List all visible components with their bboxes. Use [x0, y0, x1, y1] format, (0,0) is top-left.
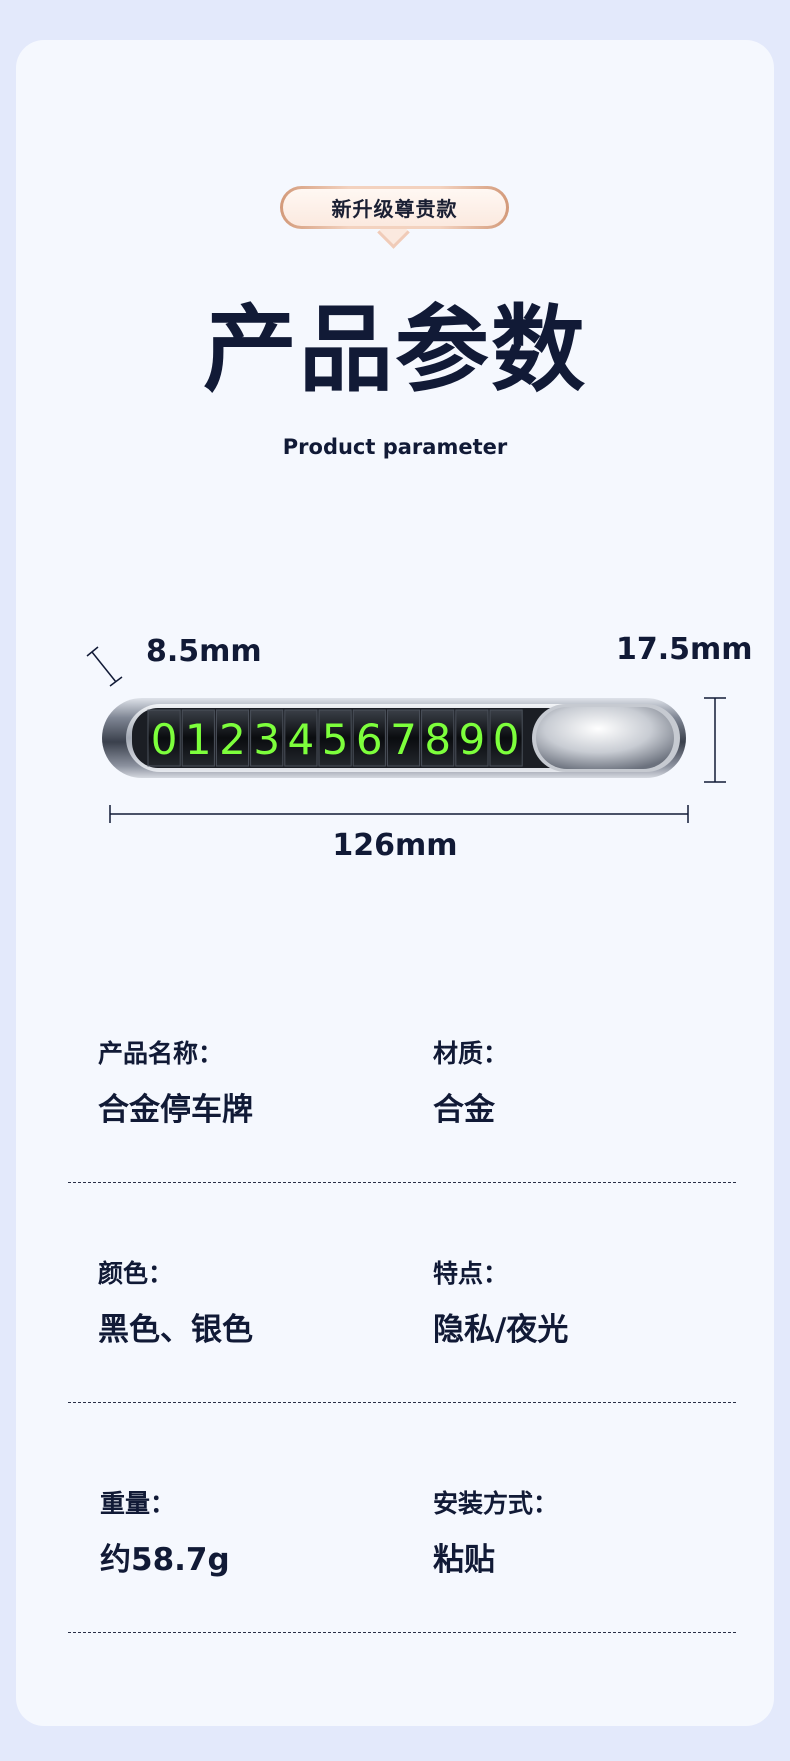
height-marker	[704, 697, 726, 783]
plate-digit: 4	[288, 715, 315, 764]
spec-label-installation: 安装方式：	[433, 1489, 559, 1518]
length-marker	[109, 805, 689, 823]
spec-value-feature: 隐私/夜光	[433, 1312, 569, 1348]
spec-value-material: 合金	[433, 1092, 495, 1128]
spec-value-weight: 约58.7g	[100, 1542, 230, 1578]
spec-value-name: 合金停车牌	[98, 1092, 253, 1128]
spec-value-installation: 粘贴	[433, 1542, 495, 1578]
spec-label-weight: 重量：	[100, 1489, 176, 1518]
badge-frame: 新升级尊贵款	[280, 186, 509, 229]
content-card	[16, 40, 774, 1726]
plate-digit: 9	[459, 715, 486, 764]
page-title: 产品参数	[202, 296, 587, 405]
spec-label-feature: 特点：	[433, 1259, 509, 1288]
spec-value-color: 黑色、银色	[98, 1312, 253, 1348]
page-subtitle: Product parameter	[282, 435, 508, 459]
spec-label-name: 产品名称：	[98, 1039, 224, 1068]
parking-plate-image: 01234567890	[100, 694, 690, 784]
plate-digit: 3	[253, 715, 280, 764]
divider	[68, 1632, 736, 1633]
plate-digit: 7	[390, 715, 417, 764]
spec-label-color: 颜色：	[98, 1259, 174, 1288]
divider	[68, 1182, 736, 1183]
height-label: 17.5mm	[616, 632, 753, 667]
divider	[68, 1402, 736, 1403]
upgrade-badge: 新升级尊贵款	[280, 186, 509, 249]
badge-text: 新升级尊贵款	[283, 189, 506, 226]
plate-digit: 0	[151, 715, 178, 764]
plate-digit: 1	[185, 715, 212, 764]
thickness-marker	[86, 646, 123, 687]
spec-label-material: 材质：	[433, 1039, 509, 1068]
length-label: 126mm	[332, 828, 458, 863]
plate-digit: 8	[424, 715, 451, 764]
plate-digit: 6	[356, 715, 383, 764]
plate-digit: 5	[322, 715, 349, 764]
plate-digit: 2	[219, 715, 246, 764]
plate-digit: 0	[493, 715, 520, 764]
thickness-label: 8.5mm	[146, 634, 262, 669]
